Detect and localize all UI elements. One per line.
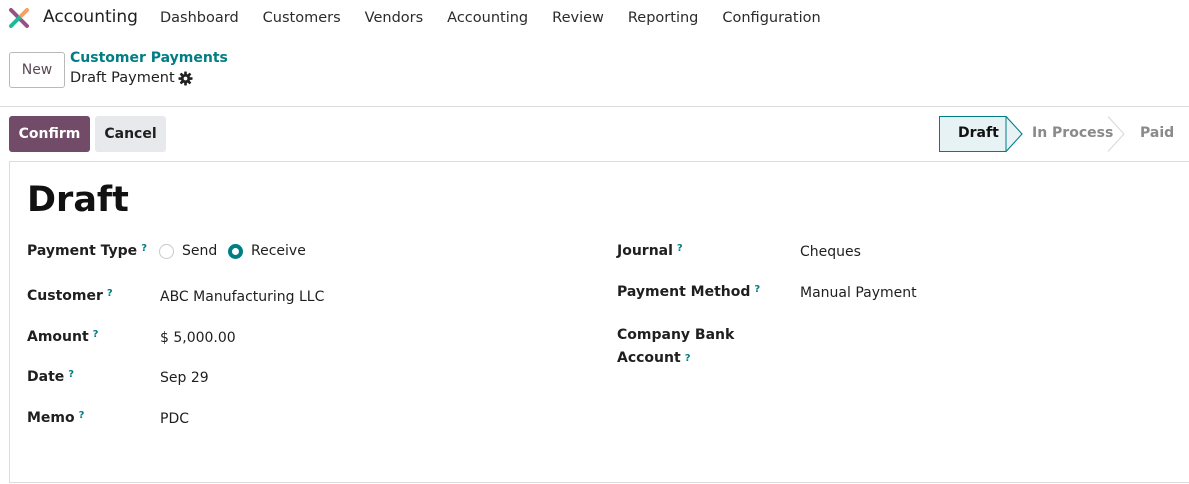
journal-field[interactable]: Cheques [800,244,861,260]
new-button[interactable]: New [9,52,65,88]
status-draft[interactable]: Draft [958,125,999,141]
amount-label-text: Amount [27,329,89,345]
menu-accounting[interactable]: Accounting [435,10,540,26]
help-icon[interactable]: ? [685,353,691,364]
control-panel-divider [0,106,1189,107]
journal-label: Journal? [617,243,683,259]
help-icon[interactable]: ? [107,288,113,299]
menu-dashboard[interactable]: Dashboard [148,10,251,26]
date-label: Date? [27,369,74,385]
company-bank-account-label: Company Bank Account? [617,324,734,370]
status-bar: Draft In Process Paid [939,116,1189,152]
customer-label: Customer? [27,288,113,304]
accounting-app-icon[interactable] [8,7,30,29]
menu-customers[interactable]: Customers [251,10,353,26]
help-icon[interactable]: ? [754,284,760,295]
memo-field[interactable]: PDC [160,411,189,427]
payment-method-label: Payment Method? [617,284,760,300]
help-icon[interactable]: ? [93,329,99,340]
memo-label: Memo? [27,410,84,426]
payment-type-label-text: Payment Type [27,243,138,259]
company-bank-account-field[interactable] [800,325,1100,345]
customer-field[interactable]: ABC Manufacturing LLC [160,289,324,305]
menu-review[interactable]: Review [540,10,616,26]
cancel-button[interactable]: Cancel [95,116,166,152]
amount-field[interactable]: $ 5,000.00 [160,330,236,346]
main-menu: Dashboard Customers Vendors Accounting R… [148,0,833,36]
radio-send-label[interactable]: Send [182,243,217,259]
confirm-button[interactable]: Confirm [9,116,90,152]
date-field[interactable]: Sep 29 [160,370,209,386]
help-icon[interactable]: ? [141,243,147,254]
radio-send[interactable] [159,244,174,259]
breadcrumb-current: Draft Payment [70,70,175,86]
menu-vendors[interactable]: Vendors [353,10,436,26]
help-icon[interactable]: ? [677,243,683,254]
date-label-text: Date [27,369,65,385]
form-sheet [9,161,1189,483]
payment-method-field[interactable]: Manual Payment [800,285,917,301]
menu-configuration[interactable]: Configuration [710,10,832,26]
help-icon[interactable]: ? [79,410,85,421]
status-in-process[interactable]: In Process [1032,125,1113,141]
radio-receive-label[interactable]: Receive [251,243,306,259]
app-name[interactable]: Accounting [43,7,138,27]
radio-receive[interactable] [228,244,243,259]
memo-label-text: Memo [27,410,75,426]
amount-label: Amount? [27,329,98,345]
menu-reporting[interactable]: Reporting [616,10,711,26]
status-paid[interactable]: Paid [1140,125,1174,141]
company-bank-account-label-line2: Account [617,350,681,366]
top-navbar: Accounting Dashboard Customers Vendors A… [0,0,1189,36]
customer-label-text: Customer [27,288,103,304]
payment-type-label: Payment Type? [27,243,147,259]
breadcrumb-parent-link[interactable]: Customer Payments [70,50,228,66]
company-bank-account-label-line1: Company Bank [617,327,735,343]
record-title: Draft [27,180,129,220]
help-icon[interactable]: ? [68,369,74,380]
journal-label-text: Journal [617,243,673,259]
gear-icon[interactable] [178,71,193,86]
payment-method-label-text: Payment Method [617,284,751,300]
